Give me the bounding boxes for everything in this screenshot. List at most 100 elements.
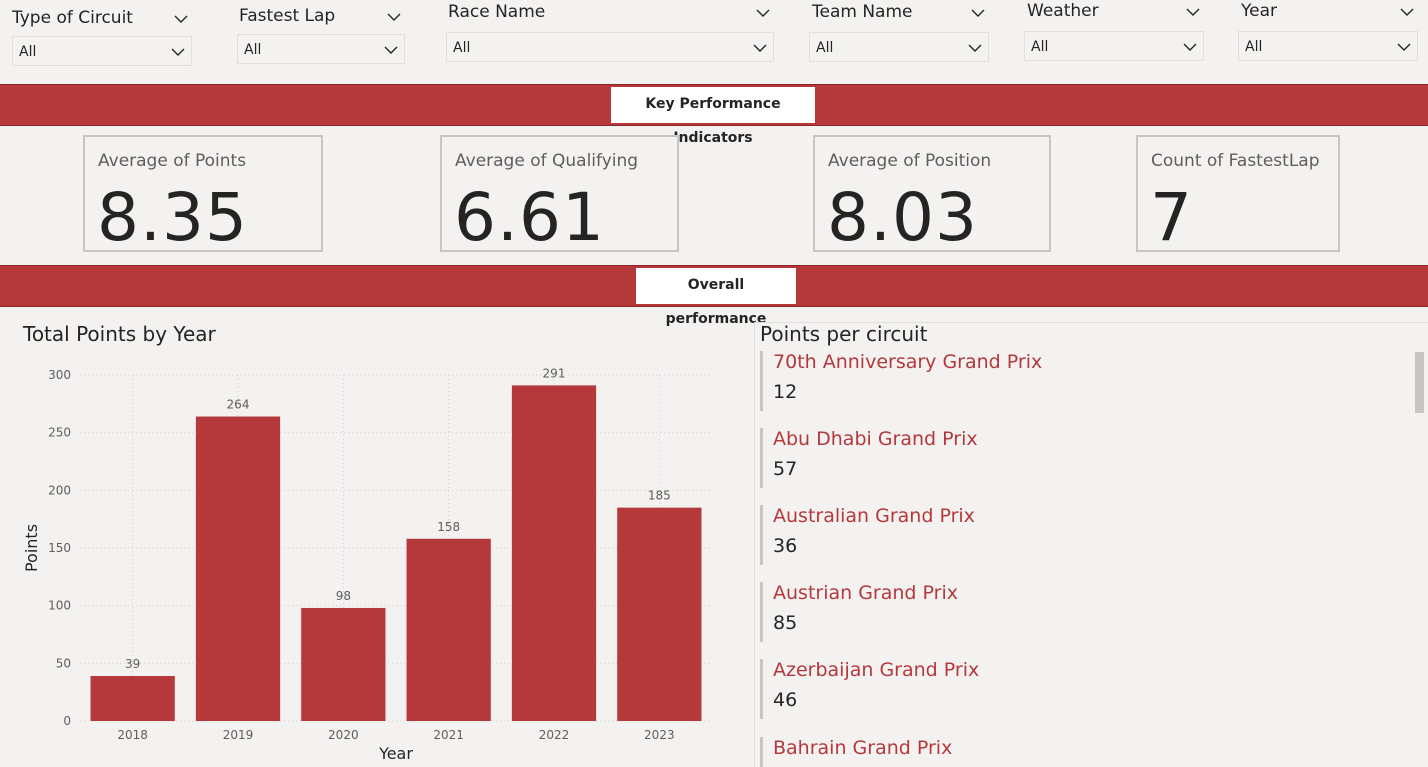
x-tick-label: 2018	[117, 728, 148, 742]
chevron-down-icon[interactable]	[387, 10, 401, 24]
data-label: 291	[543, 366, 566, 380]
list-item-points: 57	[773, 458, 798, 480]
slicer-value: All	[244, 42, 262, 58]
list-item-name: 70th Anniversary Grand Prix	[773, 351, 1043, 373]
y-tick-label: 200	[48, 483, 71, 497]
kpi-card-average-qualifying: Average of Qualifying 6.61	[440, 135, 679, 256]
list-item-points: 12	[773, 381, 798, 403]
y-tick-label: 300	[48, 368, 71, 382]
slicer-dropdown[interactable]: All	[1238, 31, 1418, 61]
chevron-down-icon	[753, 44, 767, 52]
slicer-title: Team Name	[812, 2, 913, 22]
chevron-down-icon	[384, 46, 398, 54]
x-axis-title: Year	[378, 744, 413, 763]
slicer-dropdown[interactable]: All	[446, 32, 774, 62]
list-item[interactable]: Austrian Grand Prix 85	[760, 582, 1400, 642]
data-label: 158	[437, 520, 460, 534]
list-item-name: Bahrain Grand Prix	[773, 737, 953, 759]
chart-title: Total Points by Year	[23, 322, 216, 346]
bar	[406, 538, 491, 721]
list-item[interactable]: Australian Grand Prix 36	[760, 505, 1400, 565]
slicer-title: Race Name	[448, 2, 546, 22]
data-label: 185	[648, 489, 671, 503]
x-tick-label: 2022	[539, 728, 570, 742]
x-tick-label: 2023	[644, 728, 675, 742]
list-item[interactable]: 70th Anniversary Grand Prix 12	[760, 351, 1400, 411]
slicer-year[interactable]: Year All	[1238, 1, 1418, 61]
slicer-value: All	[816, 40, 834, 56]
slicer-value: All	[19, 44, 37, 60]
kpi-label: Count of FastestLap	[1151, 151, 1320, 171]
x-tick-label: 2019	[223, 728, 254, 742]
kpi-value: 8.03	[827, 179, 978, 256]
slicer-dropdown[interactable]: All	[1024, 31, 1204, 61]
overall-banner-label: Overall performance	[636, 268, 796, 327]
list-item-name: Abu Dhabi Grand Prix	[773, 428, 978, 450]
bar	[301, 607, 386, 721]
list-item-name: Australian Grand Prix	[773, 505, 975, 527]
list-item-name: Azerbaijan Grand Prix	[773, 659, 980, 681]
slicer-race-name[interactable]: Race Name All	[446, 2, 774, 62]
slicer-title: Fastest Lap	[239, 6, 336, 26]
kpi-banner-label: Key Performance Indicators	[611, 87, 815, 146]
slicer-value: All	[1245, 39, 1263, 55]
slicer-team-name[interactable]: Team Name All	[809, 2, 989, 62]
chevron-down-icon	[968, 44, 982, 52]
chevron-down-icon[interactable]	[174, 12, 188, 26]
kpi-banner: Key Performance Indicators	[0, 84, 1428, 146]
slicer-dropdown[interactable]: All	[237, 34, 405, 64]
slicer-value: All	[453, 40, 471, 56]
chevron-down-icon	[1397, 43, 1411, 51]
kpi-card-count-fastestlap: Count of FastestLap 7	[1136, 135, 1340, 256]
kpi-label: Average of Position	[828, 151, 992, 171]
data-label: 264	[227, 398, 250, 412]
list-item-points: 85	[773, 612, 798, 634]
slicer-title: Type of Circuit	[12, 8, 133, 28]
list-item-name: Austrian Grand Prix	[773, 582, 958, 604]
list-title: Points per circuit	[760, 322, 928, 346]
list-item-points: 36	[773, 535, 798, 557]
y-tick-label: 100	[48, 599, 71, 613]
overall-banner: Overall performance	[0, 265, 1428, 327]
y-tick-label: 0	[63, 714, 71, 728]
scrollbar-thumb[interactable]	[1415, 352, 1424, 413]
slicer-fastest-lap[interactable]: Fastest Lap All	[237, 4, 405, 64]
chevron-down-icon[interactable]	[1400, 5, 1414, 19]
kpi-label: Average of Points	[98, 151, 247, 171]
slicer-type-of-circuit[interactable]: Type of Circuit All	[12, 6, 192, 66]
kpi-label: Average of Qualifying	[455, 151, 639, 171]
kpi-card-average-position: Average of Position 8.03	[813, 135, 1051, 256]
y-tick-label: 250	[48, 426, 71, 440]
chevron-down-icon[interactable]	[971, 6, 985, 20]
bar	[90, 676, 175, 721]
kpi-value: 8.35	[97, 179, 248, 256]
chevron-down-icon	[171, 48, 185, 56]
slicer-title: Weather	[1027, 1, 1099, 21]
bar	[617, 507, 702, 721]
list-item[interactable]: Azerbaijan Grand Prix 46	[760, 659, 1400, 719]
slicer-dropdown[interactable]: All	[809, 32, 989, 62]
divider	[754, 322, 755, 767]
y-tick-label: 50	[56, 656, 71, 670]
y-axis-title: Points	[22, 524, 41, 572]
data-label: 98	[336, 589, 351, 603]
chevron-down-icon[interactable]	[756, 6, 770, 20]
list-item[interactable]: Abu Dhabi Grand Prix 57	[760, 428, 1400, 488]
slicer-weather[interactable]: Weather All	[1024, 1, 1204, 61]
chevron-down-icon	[1183, 43, 1197, 51]
slicer-value: All	[1031, 39, 1049, 55]
bar	[511, 385, 597, 721]
list-item[interactable]: Bahrain Grand Prix	[760, 737, 1400, 767]
kpi-value: 7	[1150, 179, 1193, 256]
slicer-title: Year	[1241, 1, 1277, 21]
x-tick-label: 2021	[433, 728, 464, 742]
data-label: 39	[125, 657, 140, 671]
y-tick-label: 150	[48, 541, 71, 555]
chevron-down-icon[interactable]	[1186, 5, 1200, 19]
slicer-dropdown[interactable]: All	[12, 36, 192, 66]
bar	[195, 416, 281, 721]
kpi-value: 6.61	[454, 179, 605, 256]
x-tick-label: 2020	[328, 728, 359, 742]
bar-chart[interactable]: 0 50 100 150 200 250 300 39 2018 264 2019 98 2020 158…	[0, 350, 750, 767]
kpi-card-average-points: Average of Points 8.35	[83, 135, 323, 256]
